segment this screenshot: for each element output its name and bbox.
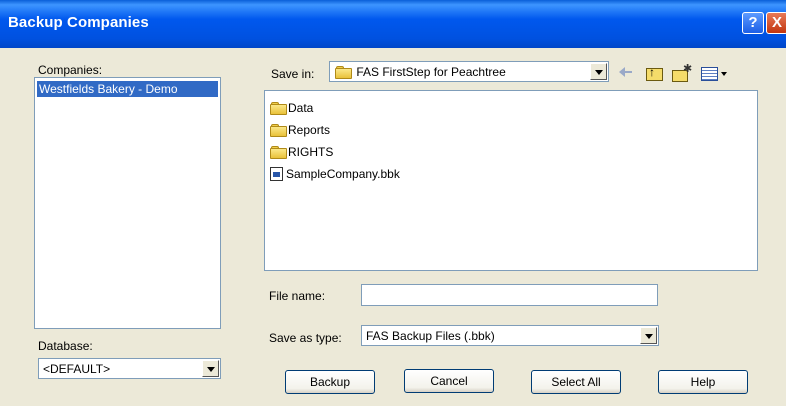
- list-item[interactable]: SampleCompany.bbk: [270, 165, 400, 183]
- database-select[interactable]: <DEFAULT>: [38, 358, 221, 379]
- list-item[interactable]: RIGHTS: [270, 143, 333, 161]
- chevron-down-icon[interactable]: [202, 360, 219, 377]
- list-item[interactable]: Reports: [270, 121, 330, 139]
- cancel-button[interactable]: Cancel: [404, 369, 494, 393]
- folder-icon: [335, 66, 352, 79]
- chevron-down-icon[interactable]: [640, 327, 657, 344]
- window-title: Backup Companies: [8, 14, 149, 31]
- save-in-value-wrap: FAS FirstStep for Peachtree: [335, 65, 506, 79]
- save-as-type-value: FAS Backup Files (.bbk): [366, 329, 495, 343]
- backup-file-icon: [270, 167, 283, 181]
- chevron-down-icon[interactable]: [590, 63, 607, 80]
- file-name-input[interactable]: [361, 284, 658, 306]
- save-as-type-select[interactable]: FAS Backup Files (.bbk): [361, 325, 659, 346]
- companies-label: Companies:: [38, 63, 103, 77]
- database-label: Database:: [38, 339, 93, 353]
- folder-icon: [270, 124, 287, 137]
- select-all-button[interactable]: Select All: [531, 370, 621, 394]
- file-name: RIGHTS: [288, 145, 334, 159]
- companies-list[interactable]: Westfields Bakery - Demo: [34, 77, 221, 329]
- back-arrow-icon[interactable]: [618, 64, 634, 82]
- file-name-label: File name:: [269, 289, 326, 303]
- help-button[interactable]: Help: [658, 370, 748, 394]
- folder-icon: [270, 146, 287, 159]
- up-one-level-icon[interactable]: [645, 64, 663, 82]
- title-bar: Backup Companies ? X: [0, 0, 786, 48]
- folder-icon: [270, 102, 287, 115]
- backup-button[interactable]: Backup: [285, 370, 375, 394]
- company-list-item[interactable]: Westfields Bakery - Demo: [37, 81, 218, 97]
- save-in-value: FAS FirstStep for Peachtree: [356, 65, 506, 79]
- file-name: SampleCompany.bbk: [286, 167, 400, 181]
- file-list[interactable]: Data Reports RIGHTS SampleCompany.bbk: [264, 90, 758, 271]
- list-item[interactable]: Data: [270, 99, 313, 117]
- help-title-button[interactable]: ?: [742, 12, 764, 34]
- view-menu-icon[interactable]: [700, 64, 736, 82]
- close-button[interactable]: X: [766, 12, 786, 34]
- save-in-select[interactable]: FAS FirstStep for Peachtree: [329, 61, 609, 82]
- database-value: <DEFAULT>: [43, 362, 111, 376]
- file-name: Data: [288, 101, 314, 115]
- new-folder-icon[interactable]: [671, 62, 693, 82]
- file-name: Reports: [288, 123, 331, 137]
- save-as-type-label: Save as type:: [269, 331, 342, 345]
- save-in-label: Save in:: [271, 67, 315, 81]
